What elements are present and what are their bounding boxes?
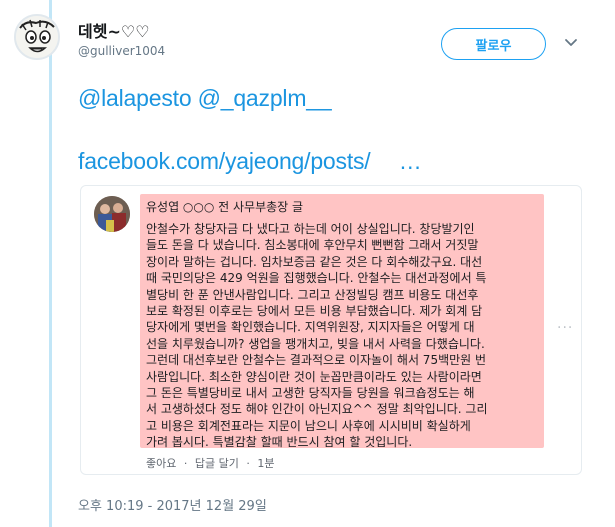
facebook-post-actions: 좋아요 · 답글 달기 · 1분 — [146, 455, 278, 471]
like-label: 좋아요 — [146, 457, 177, 470]
user-display-name[interactable]: 데헷~♡♡ — [78, 18, 150, 42]
post-line: 사람입니다. 최소한 양심이란 것이 눈꼽만큼이라도 있는 사람이라면 — [146, 369, 482, 384]
facebook-author-avatar — [94, 196, 130, 232]
cartoon-face-icon — [16, 16, 58, 58]
post-line: 그 돈은 특별당비로 내서 고생한 당직자들 당원을 워크숍정도는 해 — [146, 386, 475, 401]
user-handle[interactable]: @gulliver1004 — [78, 44, 165, 58]
post-line: 서 고생하셨다 정도 해야 인간이 아닌지요^^ 정말 최악입니다. 그리 — [146, 402, 488, 417]
post-line: 선을 치루웠습니까? 생업을 팽개치고, 빚을 내서 사력을 다했습니다. — [146, 336, 485, 351]
post-line: 가려 봅시다. 특별감찰 할때 반드시 참여 할 것입니다. — [146, 435, 413, 450]
post-line: 들도 돈을 다 냈습니다. 침소봉대에 후안무치 뻔뻔함 그래서 거짓말 — [146, 238, 479, 253]
separator-dot: · — [183, 457, 188, 470]
tweet-link-text[interactable]: facebook.com/yajeong/posts/ — [78, 148, 371, 174]
facebook-post-body: 안철수가 창당자금 다 냈다고 하는데 어이 상실입니다. 창당발기인 들도 돈… — [146, 221, 540, 451]
post-line: 때 국민의당은 429 억원을 집행했습니다. 안철수는 대선과정에서 특 — [146, 271, 487, 286]
separator-dot: · — [246, 457, 250, 470]
follow-button[interactable]: 팔로우 — [441, 28, 546, 60]
time-ago: 1분 — [257, 457, 275, 470]
group-photo-icon — [94, 196, 130, 232]
facebook-post-author: 유성엽 ○○○ 전 사무부총장 글 — [146, 200, 304, 214]
post-line: 고 비용은 회계전표라는 지문이 남으니 사후에 시시비비 확실하게 — [146, 418, 471, 433]
post-line: 보로 확정된 이후로는 당에서 모든 비용 부담했습니다. 제가 회계 담 — [146, 304, 483, 319]
tweet-link[interactable]: facebook.com/yajeong/posts/ … — [78, 148, 422, 175]
tweet-timestamp[interactable]: 오후 10:19 - 2017년 12월 29일 — [78, 495, 267, 514]
tweet-mentions[interactable]: @lalapesto @_qazplm__ — [78, 85, 332, 112]
post-line: 그런데 대선후보란 안철수는 결과적으로 이자놀이 해서 75백만원 번 — [146, 353, 487, 368]
post-line: 장이라 말하는 겁니다. 임차보증금 같은 것은 다 회수해갔구요. 대선 — [146, 254, 483, 269]
post-line: 당자에게 몇번을 확인했습니다. 지역위원장, 지지자들은 어떻게 대 — [146, 320, 475, 335]
post-line: 안철수가 창당자금 다 냈다고 하는데 어이 상실입니다. 창당발기인 — [146, 222, 475, 236]
tweet-link-ellipsis: … — [398, 148, 422, 174]
user-avatar[interactable] — [14, 14, 60, 60]
more-options-icon: ··· — [557, 320, 574, 336]
reply-label: 답글 달기 — [194, 457, 239, 470]
chevron-down-icon[interactable] — [563, 34, 579, 50]
post-line: 별당비 한 푼 안낸사람입니다. 그리고 산정빌딩 캠프 비용도 대선후 — [146, 287, 479, 302]
thread-connector-line — [49, 0, 52, 527]
